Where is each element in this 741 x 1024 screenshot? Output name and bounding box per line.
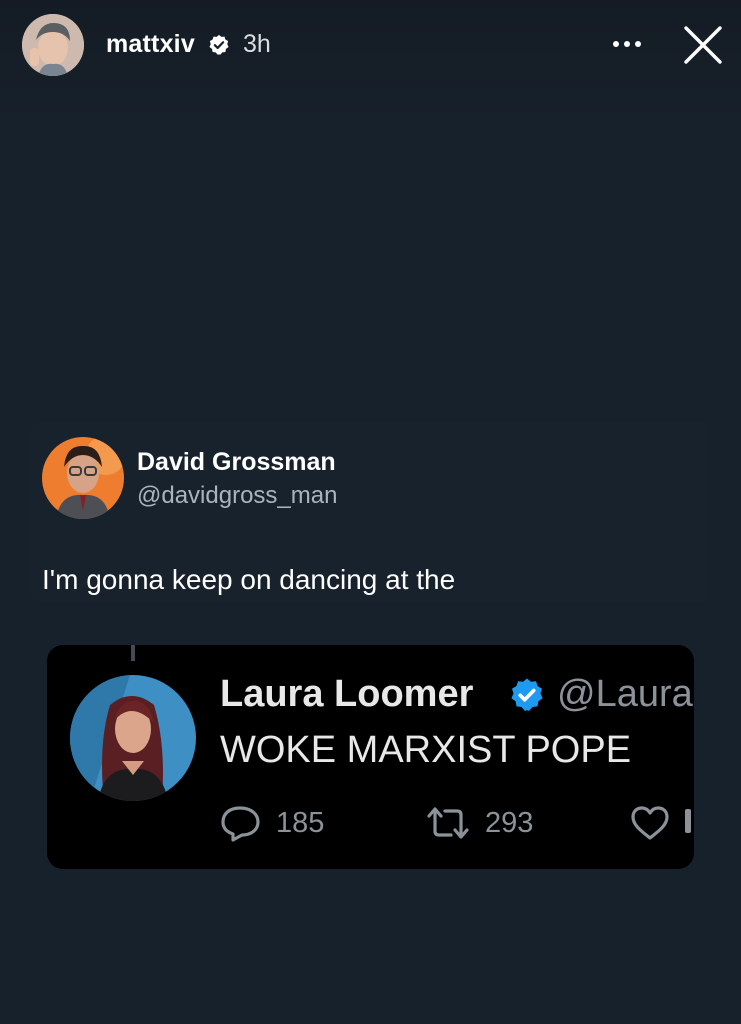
story-timestamp: 3h	[243, 30, 271, 58]
quoted-author-avatar	[70, 675, 196, 801]
like-stat	[629, 803, 671, 843]
heart-icon	[631, 806, 669, 840]
thread-connector-line	[131, 645, 135, 661]
quoted-tweet-screenshot: Laura Loomer @Laura WOKE MARXIST POPE 18…	[47, 645, 694, 869]
reply-stat: 185	[220, 803, 324, 843]
more-options-icon	[613, 41, 641, 47]
retweet-count: 293	[485, 806, 534, 839]
reply-icon	[221, 806, 260, 842]
retweet-stat: 293	[425, 803, 533, 843]
quoted-author-name: Laura Loomer	[220, 673, 474, 715]
story-username[interactable]: mattxiv	[106, 30, 195, 59]
tweet-author-handle[interactable]: @davidgross_man	[137, 482, 337, 510]
story-author-avatar[interactable]	[22, 14, 84, 76]
close-icon	[684, 26, 722, 64]
quoted-author-handle: @Laura	[557, 673, 693, 715]
shared-tweet-card[interactable]: David Grossman @davidgross_man I'm gonna…	[30, 422, 710, 602]
quoted-tweet-text: WOKE MARXIST POPE	[220, 729, 632, 771]
tweet-author-name[interactable]: David Grossman	[137, 448, 336, 477]
close-story-button[interactable]	[680, 22, 726, 68]
verified-badge-icon	[509, 677, 545, 713]
story-viewer: mattxiv 3h David Grossman @davidgross_ma…	[0, 0, 741, 1024]
retweet-icon	[427, 807, 469, 839]
tweet-text: I'm gonna keep on dancing at the	[42, 564, 456, 595]
more-options-button[interactable]	[610, 30, 644, 58]
tweet-author-avatar[interactable]	[42, 437, 124, 519]
reply-count: 185	[276, 806, 325, 839]
like-count-cutoff	[685, 809, 691, 833]
verified-badge-icon	[208, 34, 230, 56]
story-header: mattxiv 3h	[22, 14, 725, 76]
